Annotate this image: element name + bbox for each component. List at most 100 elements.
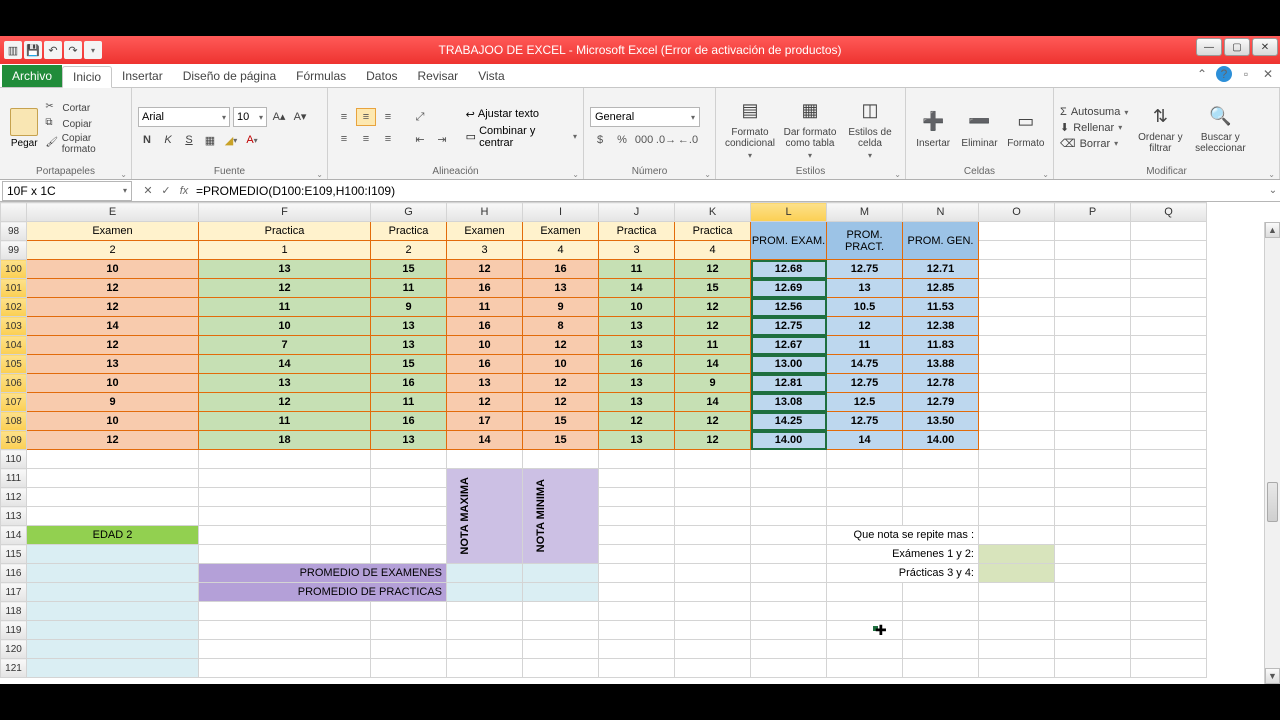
cell[interactable]: 11 <box>827 336 903 355</box>
scrollbar-thumb[interactable] <box>1267 482 1278 522</box>
cell[interactable]: 10 <box>599 298 675 317</box>
cell[interactable] <box>199 640 371 659</box>
cell[interactable]: 10 <box>27 260 199 279</box>
paste-button[interactable]: Pegar <box>6 108 42 149</box>
cell[interactable] <box>599 450 675 469</box>
cell[interactable]: 13 <box>523 279 599 298</box>
font-name-combo[interactable]: Arial▾ <box>138 107 230 127</box>
vertical-scrollbar[interactable]: ▲ ▼ <box>1264 222 1280 684</box>
selection-fill-handle[interactable] <box>872 625 879 632</box>
col-header-L[interactable]: L <box>751 203 827 222</box>
cell[interactable] <box>523 450 599 469</box>
decrease-decimal-icon[interactable]: ←.0 <box>678 131 698 149</box>
col-header-H[interactable]: H <box>447 203 523 222</box>
align-left-icon[interactable]: ≡ <box>334 130 354 148</box>
cell[interactable]: 13 <box>599 431 675 450</box>
cell[interactable]: 12.67 <box>751 336 827 355</box>
cell[interactable]: 14.00 <box>903 431 979 450</box>
cell[interactable] <box>1055 640 1131 659</box>
underline-button[interactable]: S <box>180 131 198 149</box>
orientation-icon[interactable]: ⤢ <box>410 108 430 126</box>
cell[interactable]: 12 <box>675 317 751 336</box>
wrap-text-button[interactable]: ↩Ajustar texto <box>466 108 577 121</box>
cell[interactable] <box>599 640 675 659</box>
increase-indent-icon[interactable]: ⇥ <box>432 130 452 148</box>
cell[interactable]: 14 <box>827 431 903 450</box>
cell[interactable]: 10.5 <box>827 298 903 317</box>
tab-formulas[interactable]: Fórmulas <box>286 65 356 87</box>
cell[interactable]: 12 <box>599 412 675 431</box>
cell[interactable] <box>827 450 903 469</box>
cell[interactable]: 12 <box>523 374 599 393</box>
cell[interactable]: 12.75 <box>827 260 903 279</box>
cell[interactable]: 12.75 <box>827 412 903 431</box>
cell[interactable]: 9 <box>675 374 751 393</box>
cell[interactable]: 12.79 <box>903 393 979 412</box>
cell[interactable]: Examen <box>27 222 199 241</box>
cell[interactable]: 12 <box>675 412 751 431</box>
cell[interactable]: 12 <box>523 393 599 412</box>
row-header-110[interactable]: 110 <box>1 450 27 469</box>
cell[interactable]: 12.5 <box>827 393 903 412</box>
close-button[interactable]: ✕ <box>1252 38 1278 56</box>
enter-formula-icon[interactable]: ✓ <box>158 183 174 199</box>
cell[interactable] <box>199 450 371 469</box>
cell[interactable]: 12 <box>199 279 371 298</box>
increase-font-icon[interactable]: A▴ <box>270 107 288 125</box>
cell[interactable]: 12 <box>27 431 199 450</box>
cell[interactable]: 12.85 <box>903 279 979 298</box>
cell[interactable] <box>827 659 903 678</box>
cell[interactable] <box>979 659 1055 678</box>
cell[interactable]: 12.69 <box>751 279 827 298</box>
cell[interactable]: 11 <box>447 298 523 317</box>
window-restore-icon[interactable]: ▫ <box>1238 66 1254 82</box>
cell[interactable] <box>447 621 523 640</box>
cell[interactable]: 12.81 <box>751 374 827 393</box>
cell[interactable]: 14.00 <box>751 431 827 450</box>
formula-input[interactable] <box>192 181 1266 201</box>
bold-button[interactable]: N <box>138 131 156 149</box>
italic-button[interactable]: K <box>159 131 177 149</box>
cell[interactable]: 16 <box>447 279 523 298</box>
number-format-combo[interactable]: General▾ <box>590 107 700 127</box>
examenes12-input[interactable] <box>979 545 1055 564</box>
tab-diseno[interactable]: Diseño de página <box>173 65 286 87</box>
row-header-105[interactable]: 105 <box>1 355 27 374</box>
cell[interactable]: 14 <box>675 393 751 412</box>
cell[interactable] <box>979 602 1055 621</box>
cell[interactable] <box>199 602 371 621</box>
row-header-98[interactable]: 98 <box>1 222 27 241</box>
cell[interactable] <box>371 659 447 678</box>
cell[interactable] <box>903 621 979 640</box>
delete-cells-button[interactable]: ➖Eliminar <box>958 108 1000 149</box>
cell[interactable]: 12.56 <box>751 298 827 317</box>
fx-icon[interactable]: fx <box>176 183 192 199</box>
cell[interactable] <box>599 621 675 640</box>
minimize-button[interactable]: — <box>1196 38 1222 56</box>
find-select-button[interactable]: 🔍Buscar y seleccionar <box>1192 102 1248 154</box>
row-header-104[interactable]: 104 <box>1 336 27 355</box>
cancel-formula-icon[interactable]: ✕ <box>140 183 156 199</box>
cell[interactable]: 14 <box>199 355 371 374</box>
cell[interactable]: 15 <box>371 260 447 279</box>
cell[interactable]: Practica <box>199 222 371 241</box>
cell[interactable]: 11.53 <box>903 298 979 317</box>
col-header-I[interactable]: I <box>523 203 599 222</box>
cell[interactable]: 14 <box>447 431 523 450</box>
cell[interactable] <box>751 602 827 621</box>
cell[interactable] <box>1055 621 1131 640</box>
insert-cells-button[interactable]: ➕Insertar <box>912 108 954 149</box>
cell[interactable]: 13 <box>447 374 523 393</box>
cell[interactable]: 16 <box>371 374 447 393</box>
cell[interactable]: 10 <box>447 336 523 355</box>
row-header-102[interactable]: 102 <box>1 298 27 317</box>
cell[interactable] <box>903 659 979 678</box>
cell[interactable]: 15 <box>523 412 599 431</box>
tab-insertar[interactable]: Insertar <box>112 65 173 87</box>
align-bottom-icon[interactable]: ≡ <box>378 108 398 126</box>
row-header-120[interactable]: 120 <box>1 640 27 659</box>
cell[interactable] <box>827 621 903 640</box>
copy-button[interactable]: ⧉Copiar <box>45 117 125 131</box>
cell[interactable]: 13 <box>599 374 675 393</box>
cell[interactable]: 12 <box>523 336 599 355</box>
